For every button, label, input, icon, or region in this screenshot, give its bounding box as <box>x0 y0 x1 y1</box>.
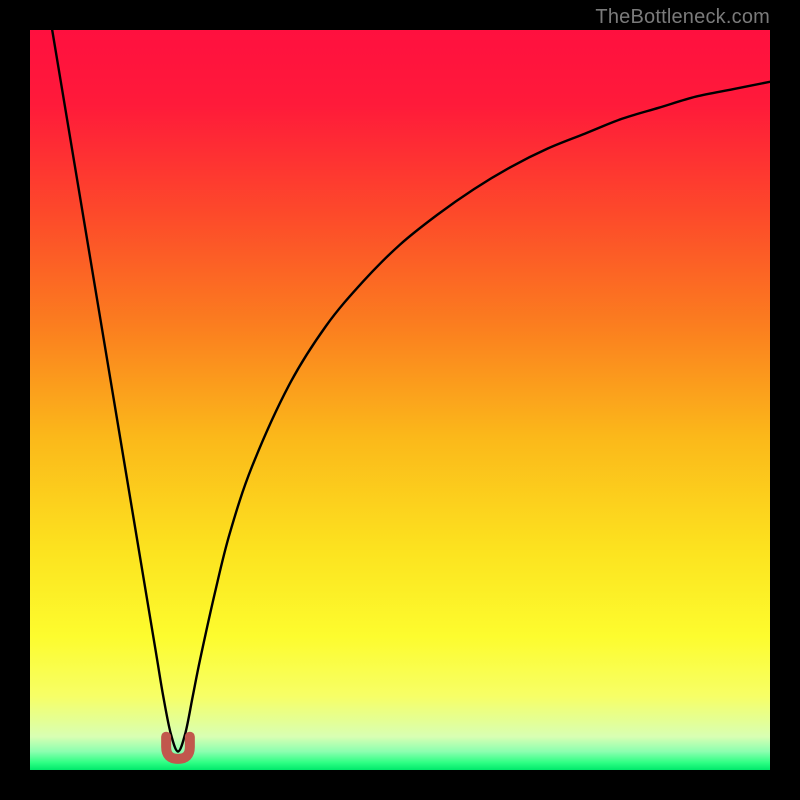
plot-area <box>30 30 770 770</box>
outer-frame: TheBottleneck.com <box>0 0 800 800</box>
watermark-text: TheBottleneck.com <box>595 6 770 29</box>
curve-layer <box>30 30 770 770</box>
bottleneck-curve <box>52 30 770 752</box>
optimal-marker <box>166 737 190 759</box>
